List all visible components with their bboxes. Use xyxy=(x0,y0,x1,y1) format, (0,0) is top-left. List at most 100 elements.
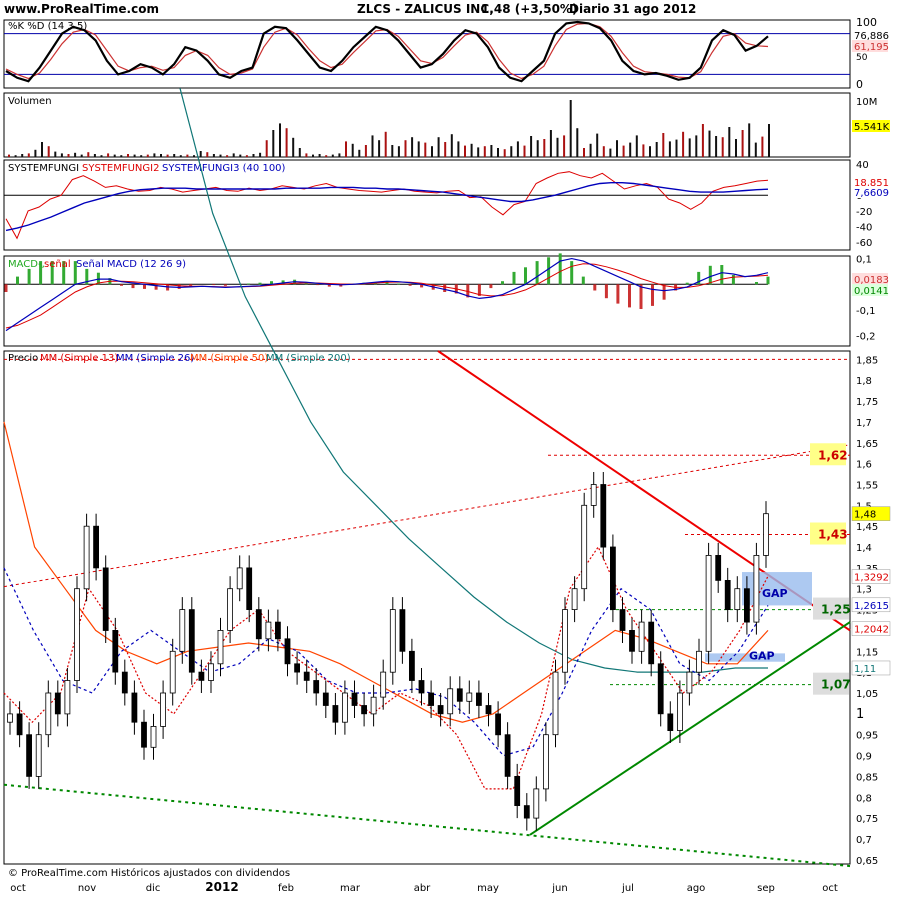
price-candle-body xyxy=(428,692,435,706)
volume-bar xyxy=(503,149,506,157)
price-tick-22: 0,75 xyxy=(856,814,878,825)
volume-bar xyxy=(543,139,546,157)
volume-bar xyxy=(576,128,579,157)
volume-bar xyxy=(397,146,400,157)
price-candle-body xyxy=(64,680,71,715)
volume-bar xyxy=(761,136,764,157)
price-tick-9: 1,4 xyxy=(856,543,872,554)
price-candle-body xyxy=(523,805,530,819)
volume-bar xyxy=(417,141,420,157)
price-legend-sma13: MM (Simple 13) xyxy=(40,353,118,364)
price-candle-body xyxy=(351,692,358,706)
price-candle-body xyxy=(141,721,147,748)
x-axis-label: jun xyxy=(551,883,567,894)
price-legend-price: Precio xyxy=(8,353,38,364)
systemfungi-legend-3: SYSTEMFUNGI3 (40 100) xyxy=(162,163,286,174)
price-candle-body xyxy=(246,567,253,611)
volume-bar xyxy=(378,140,381,157)
volume-bar xyxy=(179,155,182,157)
volume-bar xyxy=(464,145,466,157)
price-tick-2: 1,75 xyxy=(856,397,878,408)
price-candle-body xyxy=(475,692,482,706)
price-candle-body xyxy=(696,650,702,673)
price-gap-label-lower: GAP xyxy=(749,650,775,663)
price-last-value-precio: 1,48 xyxy=(854,510,876,521)
volume-bar xyxy=(67,154,70,157)
price-last-value-SMA26: 1,2615 xyxy=(854,601,889,612)
price-last-value-SMA200: 1,11 xyxy=(854,664,876,675)
volume-bar xyxy=(41,142,43,157)
volume-bar xyxy=(721,137,724,157)
price-candle-body xyxy=(600,484,607,548)
price-candle-body xyxy=(217,630,224,665)
price-tick-17: 1 xyxy=(856,707,864,722)
stock-quote: 1,48 (+3,50%) xyxy=(481,2,577,16)
price-tick-16: 1,05 xyxy=(856,689,878,700)
price-tick-14: 1,15 xyxy=(856,647,878,658)
price-candle-body xyxy=(188,609,195,673)
volume-bar xyxy=(140,155,143,157)
volume-bar xyxy=(298,148,301,157)
price-candle-body xyxy=(677,692,683,731)
volume-bar xyxy=(279,123,281,157)
price-tick-23: 0,7 xyxy=(856,835,872,846)
volume-bar xyxy=(457,141,460,157)
price-candle-body xyxy=(294,663,301,673)
volume-bar xyxy=(701,124,704,157)
volume-bar xyxy=(748,123,751,157)
price-candle-body xyxy=(45,692,52,736)
volume-bar xyxy=(133,154,136,157)
macd-tick-3: -0,2 xyxy=(856,332,876,343)
price-candle-body xyxy=(705,555,712,652)
volume-bar xyxy=(239,154,242,157)
site-url: www.ProRealTime.com xyxy=(4,2,159,16)
volume-bar xyxy=(8,154,10,157)
price-panel-frame xyxy=(3,350,851,865)
volume-bar xyxy=(655,142,658,157)
price-candle-body xyxy=(26,734,33,777)
price-tick-21: 0,8 xyxy=(856,793,872,804)
volume-bar xyxy=(21,154,24,157)
volume-bar xyxy=(285,128,288,157)
volume-bar xyxy=(60,153,63,157)
macd-legend-1: MACD-, xyxy=(8,259,45,270)
volume-bar xyxy=(153,153,156,157)
price-candle-body xyxy=(533,788,540,819)
volume-bar xyxy=(232,153,235,157)
price-candle-body xyxy=(265,621,272,640)
macd-signal-value: 0,0141 xyxy=(854,286,889,297)
stochastic-tick-1: 50 xyxy=(856,53,868,63)
price-candle-body xyxy=(274,621,281,640)
volume-bar xyxy=(173,154,176,157)
price-tick-0: 1,85 xyxy=(856,355,878,366)
price-candle-body xyxy=(16,713,23,736)
price-candle-body xyxy=(648,621,655,665)
price-candle-body xyxy=(543,734,549,790)
price-candle-body xyxy=(361,705,368,715)
volume-bar xyxy=(635,135,638,157)
volume-bar xyxy=(351,143,354,157)
price-legend-sma26: MM (Simple 26) xyxy=(116,353,194,364)
volume-bar xyxy=(622,145,625,157)
volume-bar xyxy=(127,154,129,157)
volume-bar xyxy=(735,139,737,157)
price-tick-20: 0,85 xyxy=(856,772,878,783)
volume-bar xyxy=(411,137,414,157)
price-candle-body xyxy=(466,692,473,702)
volume-bar xyxy=(549,130,552,157)
price-candle-body xyxy=(131,692,138,723)
price-gap-label-upper: GAP xyxy=(762,587,788,600)
systemfungi-tick-3: -20 xyxy=(856,207,872,218)
stock-chart: www.ProRealTime.com ZLCS - ZALICUS INC. … xyxy=(0,0,900,900)
volume-bar xyxy=(193,155,195,157)
price-last-value-SMA50: 1,2042 xyxy=(854,625,889,636)
price-tick-11: 1,3 xyxy=(856,585,872,596)
x-axis-label: may xyxy=(477,883,499,894)
volume-bar xyxy=(226,155,229,157)
price-candle-body xyxy=(753,555,760,623)
volume-bar xyxy=(54,151,57,157)
macd-legend-2: señal xyxy=(44,259,71,270)
price-candle-body xyxy=(715,555,722,581)
volume-bar xyxy=(74,152,77,157)
volume-bar xyxy=(616,140,618,157)
